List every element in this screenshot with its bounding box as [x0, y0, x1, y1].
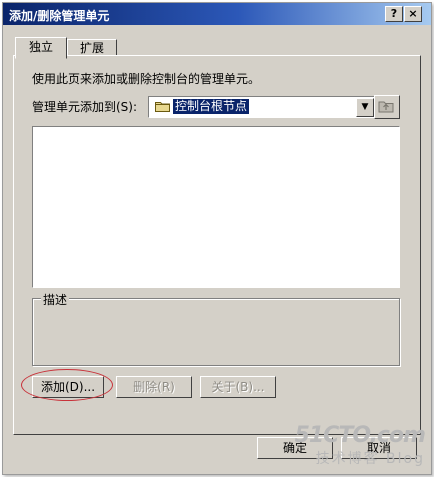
add-to-selected-value: 控制台根节点	[173, 99, 250, 114]
close-button[interactable]: ×	[404, 6, 422, 22]
about-button[interactable]: 关于(B)...	[200, 376, 276, 398]
remove-button[interactable]: 删除(R)	[116, 376, 192, 398]
up-one-level-icon	[378, 101, 394, 113]
up-one-level-button[interactable]	[374, 95, 400, 119]
help-button[interactable]: ?	[385, 6, 403, 22]
chevron-down-icon[interactable]: ▼	[356, 98, 374, 117]
instruction-text: 使用此页来添加或删除控制台的管理单元。	[32, 72, 261, 86]
description-group: 描述	[32, 291, 400, 366]
annotation-circle	[21, 369, 113, 401]
tab-panel: 使用此页来添加或删除控制台的管理单元。 管理单元添加到(S): 控制台根节点 ▼…	[13, 55, 421, 435]
watermark-subtext: 技术博客 Blog	[315, 451, 425, 467]
add-to-combobox[interactable]: 控制台根节点 ▼	[148, 96, 376, 118]
site-watermark: 51CTO.com 技术博客 Blog	[294, 423, 426, 468]
window-title: 添加/删除管理单元	[9, 9, 110, 23]
title-bar[interactable]: 添加/删除管理单元 ? ×	[3, 3, 431, 25]
snapin-list[interactable]	[32, 126, 400, 288]
watermark-logo-text: 51CTO.com	[294, 423, 426, 448]
folder-icon	[155, 102, 170, 112]
add-to-label: 管理单元添加到(S):	[32, 100, 138, 114]
tab-standalone[interactable]: 独立	[15, 37, 67, 59]
dialog-window: 添加/删除管理单元 ? × 独立 扩展 使用此页来添加或删除控制台的管理单元。 …	[2, 2, 432, 475]
description-group-label: 描述	[41, 291, 70, 308]
